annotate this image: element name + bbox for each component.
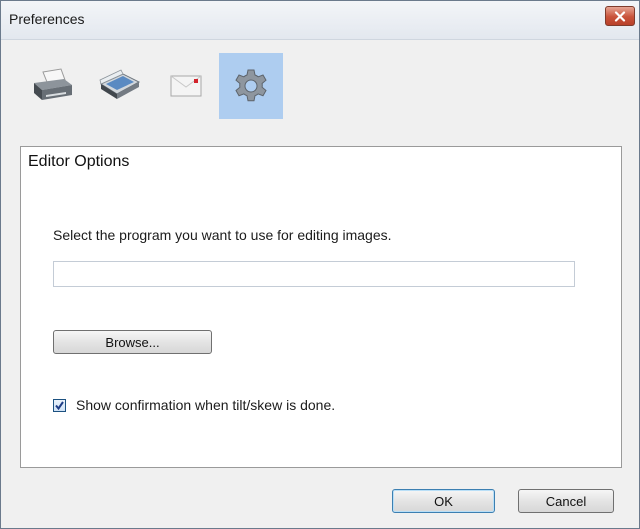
editor-options-panel: Editor Options Select the program you wa…	[20, 146, 622, 468]
preferences-dialog: Preferences Editor Options Select the pr…	[0, 0, 640, 529]
cancel-button[interactable]: Cancel	[518, 489, 614, 513]
printer-icon	[34, 68, 72, 100]
gear-icon	[235, 69, 267, 102]
scanner-icon	[99, 69, 141, 99]
printer-tool-button[interactable]	[21, 53, 85, 119]
email-tool-button[interactable]	[153, 53, 217, 119]
title-bar[interactable]: Preferences	[1, 1, 639, 40]
mail-icon	[170, 75, 202, 97]
confirmation-checkbox-label: Show confirmation when tilt/skew is done…	[76, 397, 336, 413]
close-button[interactable]	[605, 6, 635, 26]
scanner-tool-button[interactable]	[87, 53, 151, 119]
ok-button[interactable]: OK	[392, 489, 495, 513]
window-title: Preferences	[9, 11, 85, 27]
settings-tool-button[interactable]	[219, 53, 283, 119]
confirmation-checkbox-row[interactable]: Show confirmation when tilt/skew is done…	[53, 397, 335, 413]
instruction-text: Select the program you want to use for e…	[53, 227, 392, 243]
category-toolbar	[1, 40, 639, 135]
confirmation-checkbox[interactable]	[53, 398, 66, 412]
close-icon	[614, 10, 626, 22]
panel-title: Editor Options	[28, 153, 130, 170]
editor-path-input[interactable]	[53, 261, 575, 287]
browse-button[interactable]: Browse...	[53, 330, 212, 354]
checkmark-icon	[55, 400, 64, 410]
